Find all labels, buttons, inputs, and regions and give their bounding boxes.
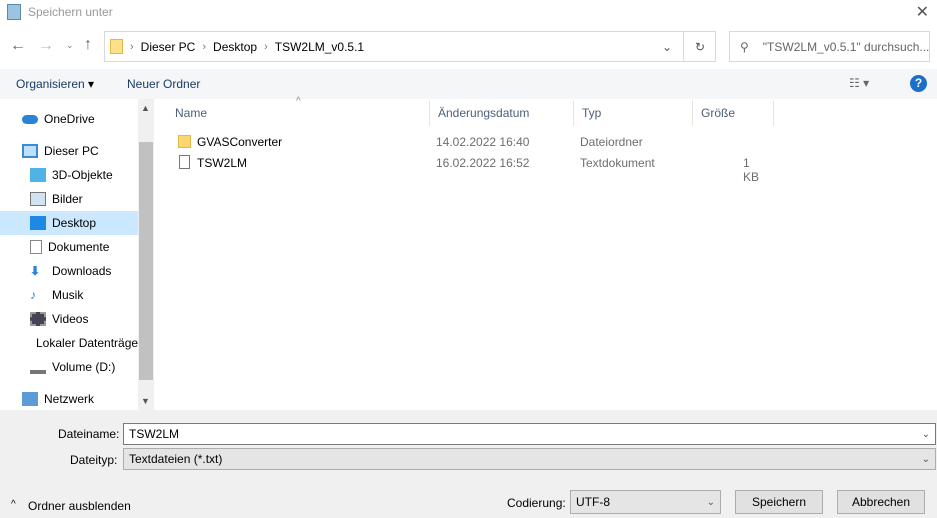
chevron-down-icon: ⌄ xyxy=(706,496,715,508)
column-header-size[interactable]: Größe xyxy=(693,100,774,126)
sidebar-label: Downloads xyxy=(52,264,112,278)
computer-icon xyxy=(22,144,38,158)
column-header-type[interactable]: Typ xyxy=(574,100,693,126)
file-type: Textdokument xyxy=(580,156,655,170)
sidebar-item-onedrive[interactable]: OneDrive xyxy=(0,107,138,131)
sidebar-label: Bilder xyxy=(52,192,83,206)
chevron-up-icon: ^ xyxy=(11,499,16,510)
toolbar: Organisieren ▾ Neuer Ordner ☷ ▾ ? xyxy=(0,69,937,99)
sidebar-item-3d-objects[interactable]: 3D-Objekte xyxy=(0,163,138,187)
forward-button[interactable]: → xyxy=(38,37,54,55)
sidebar-item-local-disk[interactable]: Lokaler Datenträger (C:) xyxy=(0,331,138,355)
save-options-panel: Dateiname: TSW2LM ⌄ Dateityp: Textdateien… xyxy=(0,410,937,518)
file-date: 16.02.2022 16:52 xyxy=(436,156,530,170)
sidebar-item-network[interactable]: Netzwerk xyxy=(0,387,138,411)
new-folder-button[interactable]: Neuer Ordner xyxy=(127,77,200,91)
scroll-up-button[interactable]: ▲ xyxy=(141,103,150,113)
search-icon: ⚲ xyxy=(740,39,749,54)
breadcrumb-item[interactable]: Desktop xyxy=(213,40,257,54)
scrollbar-thumb[interactable] xyxy=(139,142,153,380)
cube-icon xyxy=(30,168,46,182)
help-icon[interactable]: ? xyxy=(910,75,927,92)
file-row[interactable]: TSW2LM 16.02.2022 16:52 Textdokument 1 K… xyxy=(167,153,767,184)
filetype-label: Dateityp: xyxy=(70,453,118,467)
file-name: GVASConverter xyxy=(197,135,283,149)
column-header-date[interactable]: Änderungsdatum xyxy=(430,100,574,126)
filename-value: TSW2LM xyxy=(129,427,180,441)
sidebar-item-desktop[interactable]: Desktop xyxy=(0,211,138,235)
notepad-icon xyxy=(7,4,21,20)
close-button[interactable]: ✕ xyxy=(916,2,929,22)
column-header-name[interactable]: Name xyxy=(167,100,430,126)
chevron-down-icon[interactable]: ⌄ xyxy=(922,429,930,440)
sidebar-label: Netzwerk xyxy=(44,392,95,406)
sidebar-item-videos[interactable]: Videos xyxy=(0,307,138,331)
search-placeholder: "TSW2LM_v0.5.1" durchsuch... xyxy=(762,39,930,54)
sidebar-label: OneDrive xyxy=(44,112,95,126)
view-options-button[interactable]: ☷ ▾ xyxy=(849,76,869,90)
filename-label: Dateiname: xyxy=(58,427,120,441)
music-icon: ♪ xyxy=(30,288,36,302)
sidebar-label: Dieser PC xyxy=(44,144,99,158)
filetype-select[interactable]: Textdateien (*.txt) ⌄ xyxy=(123,448,936,470)
recent-dropdown[interactable]: ⌄ xyxy=(66,40,74,51)
address-bar[interactable]: › Dieser PC › Desktop › TSW2LM_v0.5.1 ⌄ ↻ xyxy=(104,31,716,62)
document-icon xyxy=(30,240,42,254)
organize-button[interactable]: Organisieren ▾ xyxy=(16,77,94,91)
cloud-icon xyxy=(22,114,38,124)
refresh-button[interactable]: ↻ xyxy=(683,32,716,61)
encoding-label: Codierung: xyxy=(507,496,566,510)
file-size: 1 KB xyxy=(743,156,760,184)
sidebar-item-pictures[interactable]: Bilder xyxy=(0,187,138,211)
sidebar-item-volume-d[interactable]: Volume (D:) xyxy=(0,355,138,379)
cancel-button[interactable]: Abbrechen xyxy=(837,490,925,514)
file-name: TSW2LM xyxy=(197,156,248,170)
scroll-down-button[interactable]: ▼ xyxy=(141,396,150,406)
pictures-icon xyxy=(30,192,46,206)
breadcrumb-item[interactable]: TSW2LM_v0.5.1 xyxy=(275,40,364,54)
sidebar-label: Musik xyxy=(52,288,84,302)
sidebar-item-downloads[interactable]: ⬇ Downloads xyxy=(0,259,138,283)
chevron-down-icon: ⌄ xyxy=(921,453,930,465)
filetype-value: Textdateien (*.txt) xyxy=(129,452,223,466)
download-icon: ⬇ xyxy=(30,264,41,278)
sidebar-label: Dokumente xyxy=(48,240,110,254)
sidebar-item-this-pc[interactable]: Dieser PC xyxy=(0,139,138,163)
address-dropdown-icon[interactable]: ⌄ xyxy=(662,40,672,54)
encoding-value: UTF-8 xyxy=(576,495,610,509)
filename-input[interactable]: TSW2LM ⌄ xyxy=(123,423,936,445)
sidebar-label: Volume (D:) xyxy=(52,360,116,374)
video-icon xyxy=(30,312,46,326)
sidebar-item-documents[interactable]: Dokumente xyxy=(0,235,138,259)
drive-icon xyxy=(30,360,46,374)
sidebar-label: Videos xyxy=(52,312,89,326)
sidebar-label: 3D-Objekte xyxy=(52,168,113,182)
folder-icon xyxy=(178,135,191,148)
encoding-select[interactable]: UTF-8 ⌄ xyxy=(570,490,721,514)
back-button[interactable]: ← xyxy=(10,37,26,55)
file-type: Dateiordner xyxy=(580,135,643,149)
sidebar-label: Desktop xyxy=(52,216,97,230)
network-icon xyxy=(22,392,38,406)
navigation-pane: OneDrive Dieser PC 3D-Objekte Bilder Des… xyxy=(0,99,154,410)
sidebar-label: Lokaler Datenträger (C:) xyxy=(36,336,138,350)
window-title: Speichern unter xyxy=(28,5,113,19)
search-input[interactable]: ⚲ "TSW2LM_v0.5.1" durchsuch... xyxy=(729,31,930,62)
file-row[interactable]: GVASConverter 14.02.2022 16:40 Dateiordn… xyxy=(167,132,767,152)
breadcrumb-item[interactable]: Dieser PC xyxy=(141,40,196,54)
sidebar-item-music[interactable]: ♪ Musik xyxy=(0,283,138,307)
save-button[interactable]: Speichern xyxy=(735,490,823,514)
desktop-icon xyxy=(30,216,46,230)
folder-icon xyxy=(110,39,123,54)
text-file-icon xyxy=(179,155,190,169)
up-button[interactable]: ↑ xyxy=(84,36,92,54)
organize-label: Organisieren xyxy=(16,77,85,91)
hide-folders-button[interactable]: Ordner ausblenden xyxy=(28,499,131,513)
file-date: 14.02.2022 16:40 xyxy=(436,135,530,149)
